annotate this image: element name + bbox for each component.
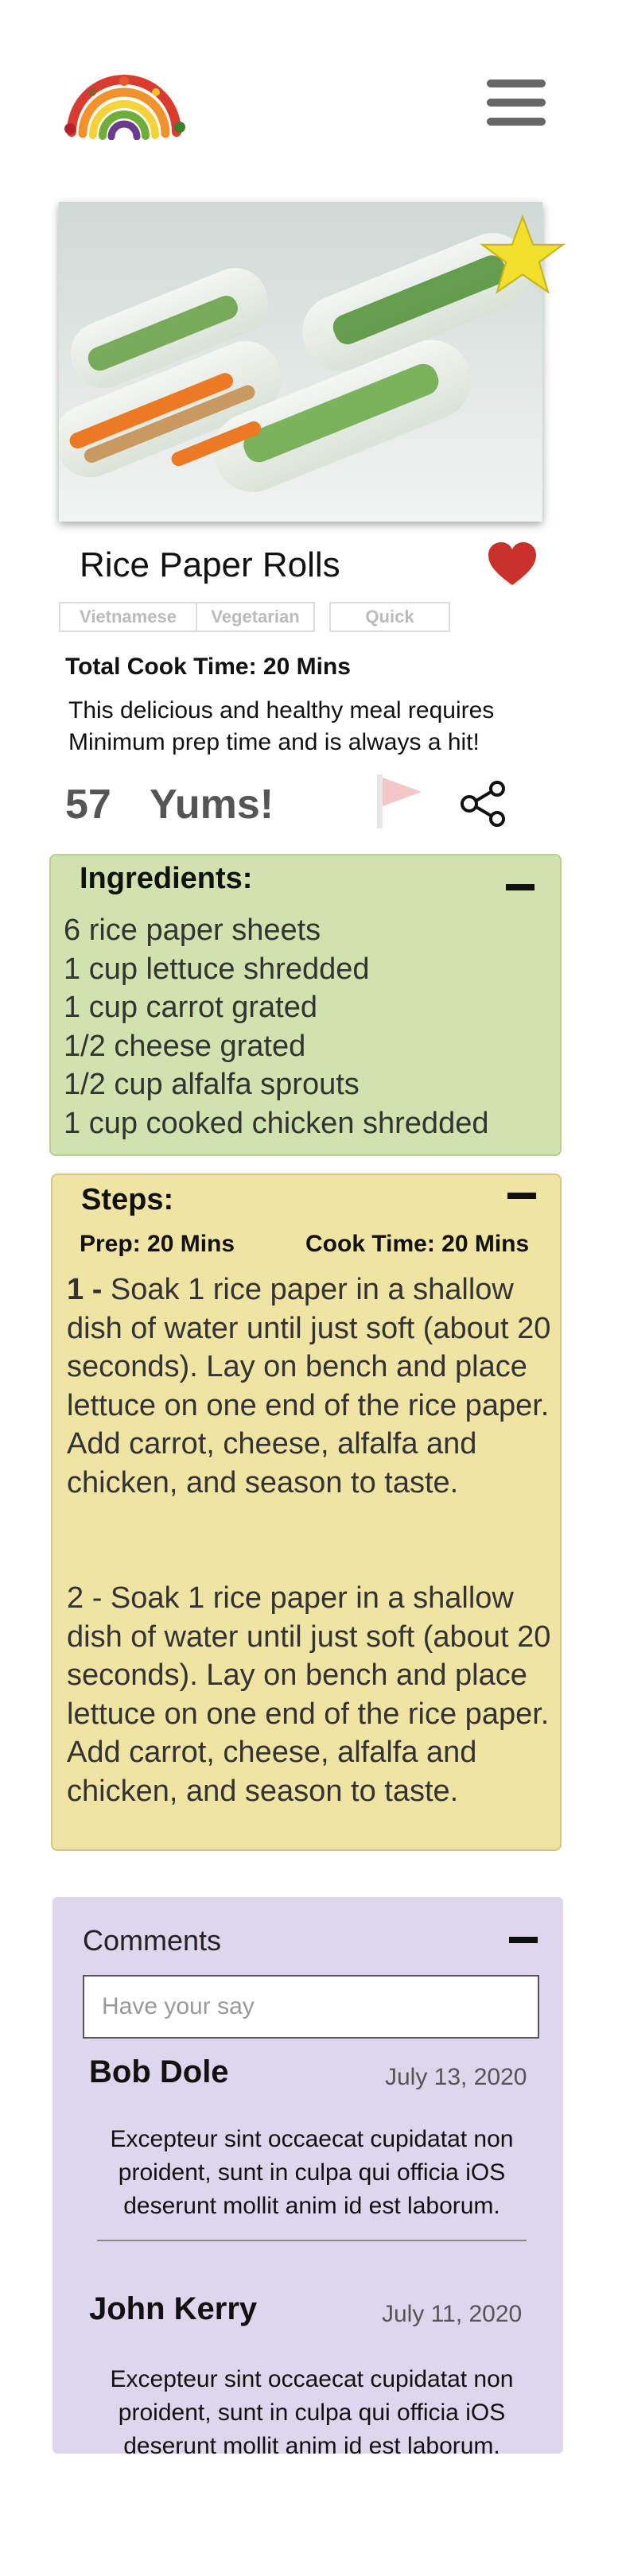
list-item: 1/2 cup alfalfa sprouts (64, 1068, 360, 1101)
total-cook-time: Total Cook Time: 20 Mins (65, 654, 351, 680)
step-1-text: Soak 1 rice paper in a shallow dish of w… (67, 1273, 551, 1499)
list-item: 1 cup lettuce shredded (64, 952, 370, 986)
tag-vietnamese[interactable]: Vietnamese (59, 602, 197, 632)
tag-vegetarian[interactable]: Vegetarian (196, 602, 315, 632)
list-item: 6 rice paper sheets (64, 914, 321, 947)
step-1-number: 1 - (67, 1273, 103, 1306)
collapse-comments-icon[interactable] (509, 1937, 538, 1943)
share-icon[interactable] (460, 781, 507, 827)
star-icon[interactable] (479, 211, 566, 299)
list-item: 1 cup cooked chicken shredded (64, 1106, 489, 1140)
collapse-steps-icon[interactable] (507, 1193, 536, 1199)
ingredients-list: 6 rice paper sheets 1 cup lettuce shredd… (64, 911, 488, 1143)
comment-input[interactable]: Have your say (83, 1975, 539, 2039)
yums-label: Yums! (150, 782, 274, 828)
heart-icon[interactable] (487, 541, 538, 588)
comment-author: John Kerry (89, 2291, 258, 2326)
comment-text: Excepteur sint occaecat cupidatat non pr… (110, 2366, 514, 2459)
yums-count: 57 (65, 782, 111, 828)
tag-quick[interactable]: Quick (329, 602, 450, 632)
comment-date: July 11, 2020 (382, 2301, 523, 2327)
step-2: 2 - Soak 1 rice paper in a shallow dish … (67, 1581, 551, 1808)
list-item: 1/2 cheese grated (64, 1029, 306, 1063)
recipe-description: This delicious and healthy meal requires… (68, 697, 495, 755)
recipe-photo (59, 202, 542, 522)
steps-heading: Steps: (81, 1183, 174, 1216)
step-1: 1 - Soak 1 rice paper in a shallow dish … (67, 1271, 554, 1502)
hamburger-menu-icon[interactable] (487, 80, 546, 126)
flag-icon[interactable] (374, 773, 425, 830)
comment-text: Excepteur sint occaecat cupidatat non pr… (110, 2126, 514, 2219)
comment-author: Bob Dole (89, 2054, 229, 2089)
cook-time: Cook Time: 20 Mins (305, 1231, 530, 1257)
comments-heading: Comments (83, 1924, 222, 1957)
rainbow-vegetable-logo[interactable] (60, 64, 188, 140)
recipe-title: Rice Paper Rolls (80, 545, 340, 584)
comment-divider (97, 2240, 527, 2241)
prep-time: Prep: 20 Mins (80, 1231, 235, 1257)
comment-date: July 13, 2020 (385, 2064, 527, 2090)
list-item: 1 cup carrot grated (64, 991, 317, 1024)
collapse-ingredients-icon[interactable] (506, 884, 535, 890)
ingredients-heading: Ingredients: (80, 862, 253, 895)
